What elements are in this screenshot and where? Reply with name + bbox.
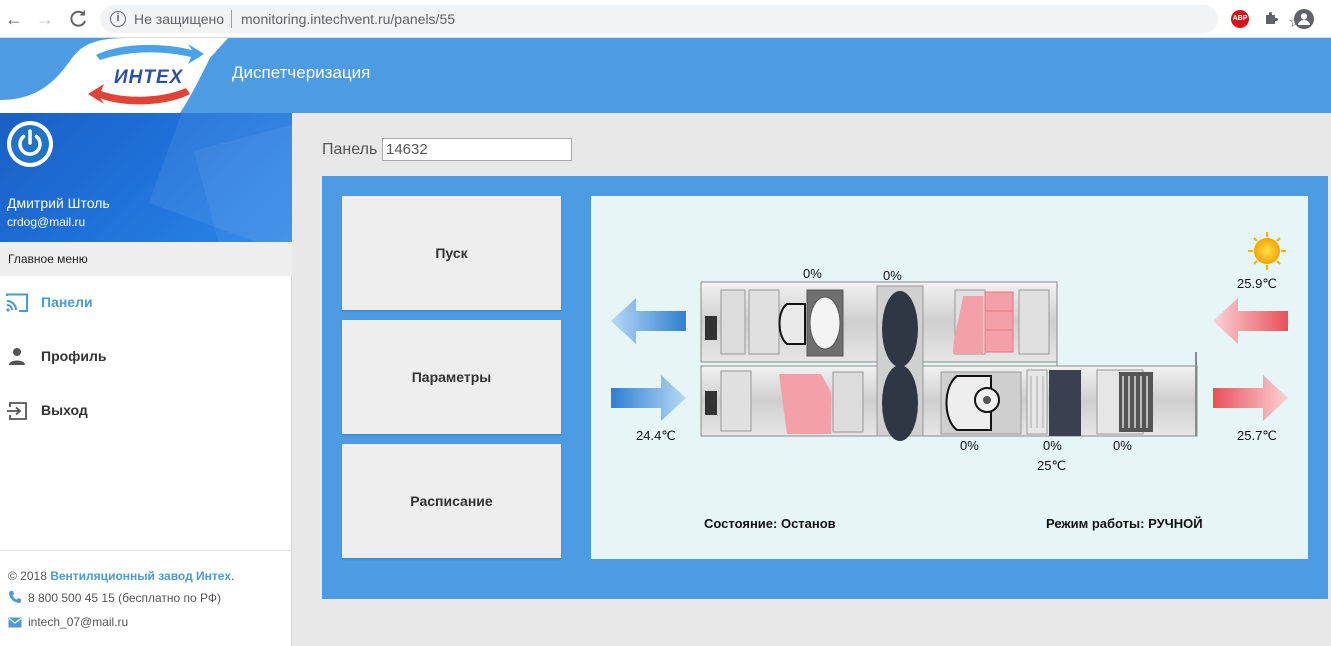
- cooler-value: 0%: [1113, 438, 1132, 453]
- account-avatar-icon[interactable]: [1294, 9, 1314, 29]
- user-name: Дмитрий Штоль: [7, 195, 110, 211]
- extensions-puzzle-icon[interactable]: [1264, 10, 1280, 26]
- sidebar-item-panels[interactable]: Панели: [0, 283, 292, 323]
- unit-status: Состояние: Останов: [704, 516, 836, 531]
- sidebar: Дмитрий Штоль crdog@mail.ru Главное меню…: [0, 113, 292, 646]
- menu-heading: Главное меню: [0, 242, 292, 276]
- start-button[interactable]: Пуск: [342, 196, 561, 310]
- info-icon[interactable]: i: [110, 11, 126, 27]
- page-title: Диспетчеризация: [232, 63, 371, 82]
- sidebar-item-label: Профиль: [41, 348, 107, 364]
- user-profile-card: Дмитрий Штоль crdog@mail.ru: [0, 113, 292, 242]
- security-status: Не защищено: [134, 11, 224, 27]
- recuperator: [876, 285, 924, 441]
- supply-arrow-out: [1213, 375, 1288, 421]
- heater-value: 0%: [1043, 438, 1062, 453]
- schedule-button[interactable]: Расписание: [342, 444, 561, 558]
- email-link[interactable]: intech_07@mail.ru: [28, 615, 128, 629]
- outdoor-temp: 25.9℃: [1237, 276, 1277, 291]
- heater-coil: [1026, 369, 1081, 436]
- heater-temp: 25℃: [1037, 458, 1067, 473]
- person-icon: [6, 347, 28, 367]
- parameters-button[interactable]: Параметры: [342, 320, 561, 434]
- reload-icon[interactable]: [66, 7, 90, 31]
- supply-fan-value: 0%: [960, 438, 979, 453]
- address-bar[interactable]: i Не защищено monitoring.intechvent.ru/p…: [100, 5, 1302, 33]
- sidebar-item-profile[interactable]: Профиль: [0, 337, 292, 377]
- supply-temp: 25.7℃: [1237, 428, 1277, 443]
- hvac-unit-diagram: [611, 232, 1288, 441]
- phone-icon: [8, 590, 22, 609]
- recuperator-value: 0%: [883, 268, 902, 283]
- panel-label: Панель: [322, 141, 378, 158]
- sidebar-item-exit[interactable]: Выход: [0, 391, 292, 431]
- copyright-year: © 2018: [8, 569, 47, 583]
- operation-mode: Режим работы: РУЧНОЙ: [1046, 516, 1203, 531]
- exhaust-arrow-out: [611, 298, 686, 344]
- url-text[interactable]: monitoring.intechvent.ru/panels/55: [241, 11, 455, 27]
- hvac-scheme: 0% 0% 25.9℃ 24.4℃ 25.7℃ 0% 0% 0% 25℃ Сос…: [591, 196, 1308, 559]
- mail-icon: [8, 616, 22, 634]
- adblock-extension-icon[interactable]: ABP: [1231, 10, 1249, 28]
- ventilation-unit: [700, 281, 1198, 441]
- logo-text: ИНТЕХ: [114, 67, 184, 88]
- supply-fan: [940, 371, 1022, 435]
- panel-id-input[interactable]: [382, 138, 572, 161]
- company-link[interactable]: Вентиляционный завод Интех: [50, 569, 231, 583]
- exit-icon: [6, 401, 28, 421]
- user-email: crdog@mail.ru: [7, 215, 86, 229]
- cooler-coil: [1096, 369, 1153, 435]
- browser-toolbar: ← → i Не защищено monitoring.intechvent.…: [0, 0, 1331, 38]
- copyright-suffix: .: [231, 569, 235, 583]
- outdoor-arrow-in: [1213, 298, 1288, 344]
- copyright: © 2018 Вентиляционный завод Интех.: [8, 569, 234, 583]
- cast-icon: [6, 293, 28, 313]
- exhaust-temp: 24.4℃: [636, 428, 676, 443]
- exhaust-damper-value: 0%: [803, 266, 822, 281]
- sun-icon: [1248, 232, 1286, 270]
- power-logo-icon: [7, 121, 53, 167]
- forward-icon[interactable]: →: [33, 7, 57, 31]
- sidebar-item-label: Выход: [41, 402, 88, 418]
- sidebar-item-label: Панели: [41, 294, 93, 310]
- omnibox-separator: [231, 10, 232, 28]
- sidebar-footer: © 2018 Вентиляционный завод Интех. 8 800…: [0, 550, 292, 646]
- back-icon[interactable]: ←: [2, 7, 26, 31]
- phone-link[interactable]: 8 800 500 45 15 (бесплатно по РФ): [28, 591, 221, 605]
- exhaust-arrow-in: [611, 375, 686, 421]
